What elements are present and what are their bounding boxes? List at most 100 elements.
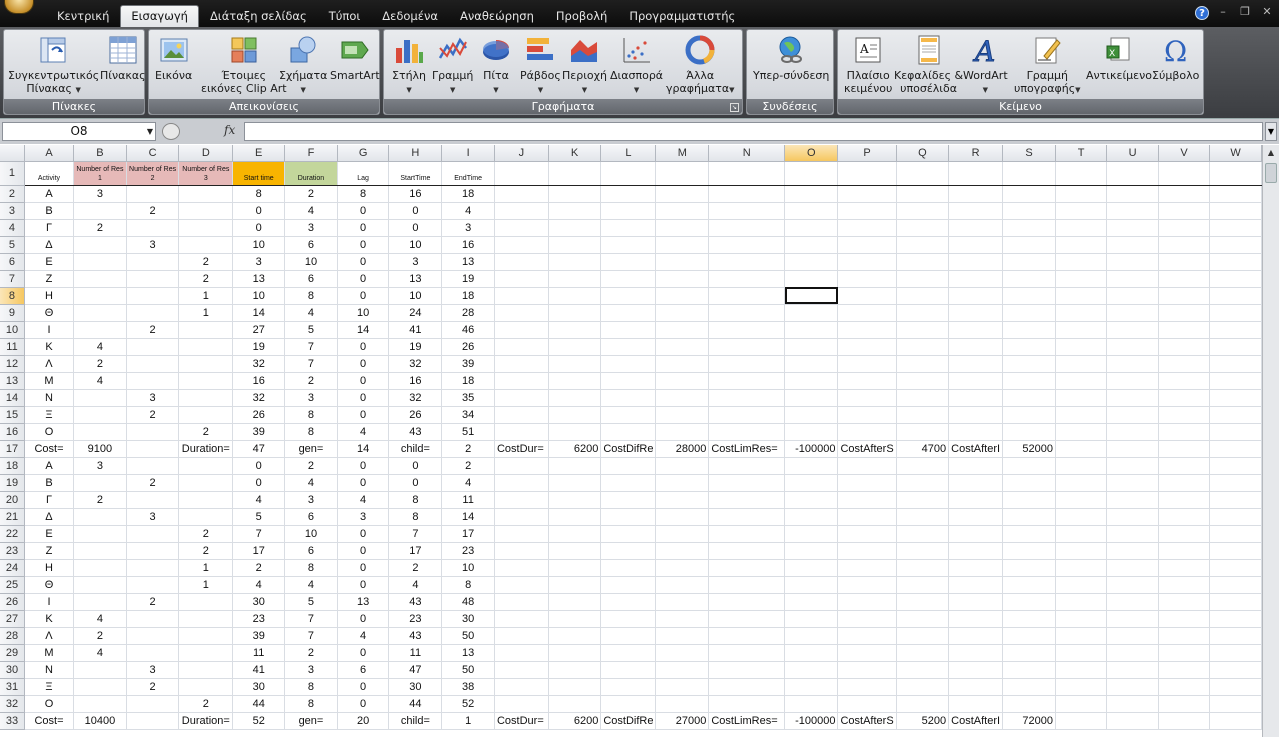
row-header-27[interactable]: 27	[0, 610, 25, 628]
scroll-up-icon[interactable]: ▲	[1263, 145, 1279, 161]
cell-S28[interactable]	[1002, 627, 1056, 645]
cell-V28[interactable]	[1158, 627, 1211, 645]
cell-I15[interactable]: 34	[441, 406, 495, 424]
cell-C20[interactable]	[126, 491, 180, 509]
cell-E11[interactable]: 19	[232, 338, 286, 356]
cell-M33[interactable]: 27000	[655, 712, 710, 730]
cell-H11[interactable]: 19	[388, 338, 443, 356]
cell-N2[interactable]	[708, 185, 786, 203]
cell-P28[interactable]	[837, 627, 897, 645]
cell-A26[interactable]: I	[24, 593, 74, 611]
cell-B16[interactable]	[73, 423, 127, 441]
cell-G19[interactable]: 0	[337, 474, 390, 492]
cell-U12[interactable]	[1106, 355, 1159, 373]
cell-I22[interactable]: 17	[441, 525, 495, 543]
cell-V5[interactable]	[1158, 236, 1211, 254]
cell-W30[interactable]	[1209, 661, 1262, 679]
cell-K15[interactable]	[548, 406, 602, 424]
cell-R2[interactable]	[948, 185, 1004, 203]
clip-art-button[interactable]: Έτοιμες εικόνες Clip Art	[201, 32, 287, 95]
formula-input[interactable]	[244, 122, 1263, 141]
cell-T14[interactable]	[1055, 389, 1108, 407]
cell-M29[interactable]	[655, 644, 710, 662]
cell-W8[interactable]	[1209, 287, 1262, 305]
cell-W15[interactable]	[1209, 406, 1262, 424]
cell-V6[interactable]	[1158, 253, 1211, 271]
cell-N6[interactable]	[708, 253, 786, 271]
cell-J17[interactable]: CostDur=	[494, 440, 549, 458]
cell-M3[interactable]	[655, 202, 710, 220]
column-header-J[interactable]: J	[494, 145, 549, 162]
cell-H12[interactable]: 32	[388, 355, 443, 373]
cell-Q13[interactable]	[896, 372, 950, 390]
cell-R27[interactable]	[948, 610, 1004, 628]
cell-S21[interactable]	[1002, 508, 1056, 526]
cell-E4[interactable]: 0	[232, 219, 286, 237]
row-header-9[interactable]: 9	[0, 304, 25, 322]
object-button[interactable]: X Αντικείμενο	[1086, 32, 1152, 82]
cell-M10[interactable]	[655, 321, 710, 339]
cell-T11[interactable]	[1055, 338, 1108, 356]
cell-W14[interactable]	[1209, 389, 1262, 407]
cell-B19[interactable]	[73, 474, 127, 492]
cell-N20[interactable]	[708, 491, 786, 509]
cell-Q28[interactable]	[896, 627, 950, 645]
other-charts-button[interactable]: Άλλα γραφήματα▼	[666, 32, 735, 97]
cell-U19[interactable]	[1106, 474, 1159, 492]
cell-H2[interactable]: 16	[388, 185, 443, 203]
cell-H5[interactable]: 10	[388, 236, 443, 254]
cell-F14[interactable]: 3	[284, 389, 338, 407]
cell-B24[interactable]	[73, 559, 127, 577]
cell-A14[interactable]: N	[24, 389, 74, 407]
cell-E12[interactable]: 32	[232, 355, 286, 373]
cell-B32[interactable]	[73, 695, 127, 713]
cell-J31[interactable]	[494, 678, 549, 696]
cell[interactable]	[494, 161, 549, 186]
cell-I9[interactable]: 28	[441, 304, 495, 322]
cell-R9[interactable]	[948, 304, 1004, 322]
cell-P23[interactable]	[837, 542, 897, 560]
cell-M26[interactable]	[655, 593, 710, 611]
cell-C22[interactable]	[126, 525, 180, 543]
cell-N12[interactable]	[708, 355, 786, 373]
restore-icon[interactable]: ❐	[1237, 6, 1253, 20]
cell-O26[interactable]	[784, 593, 839, 611]
cell-W3[interactable]	[1209, 202, 1262, 220]
cell-G10[interactable]: 14	[337, 321, 390, 339]
cell-E14[interactable]: 32	[232, 389, 286, 407]
cell-L16[interactable]	[600, 423, 657, 441]
cell-L6[interactable]	[600, 253, 657, 271]
cell-K9[interactable]	[548, 304, 602, 322]
cell-O25[interactable]	[784, 576, 839, 594]
cell-B2[interactable]: 3	[73, 185, 127, 203]
cell-W11[interactable]	[1209, 338, 1262, 356]
cell-P17[interactable]: CostAfterS	[837, 440, 897, 458]
cell-A19[interactable]: B	[24, 474, 74, 492]
cell-N29[interactable]	[708, 644, 786, 662]
cell-S20[interactable]	[1002, 491, 1056, 509]
cell-V17[interactable]	[1158, 440, 1211, 458]
row-header-32[interactable]: 32	[0, 695, 25, 713]
cell-R26[interactable]	[948, 593, 1004, 611]
cell-J19[interactable]	[494, 474, 549, 492]
cell-R23[interactable]	[948, 542, 1004, 560]
cell-U20[interactable]	[1106, 491, 1159, 509]
cell-L30[interactable]	[600, 661, 657, 679]
scatter-chart-button[interactable]: Διασπορά ▼	[610, 32, 663, 97]
cell-G12[interactable]: 0	[337, 355, 390, 373]
cell-N32[interactable]	[708, 695, 786, 713]
cell-W19[interactable]	[1209, 474, 1262, 492]
cell-L32[interactable]	[600, 695, 657, 713]
cell-C30[interactable]: 3	[126, 661, 180, 679]
header-cell-C[interactable]: Number of Res 2	[126, 161, 180, 186]
cell-T22[interactable]	[1055, 525, 1108, 543]
cell-U25[interactable]	[1106, 576, 1159, 594]
cell-O30[interactable]	[784, 661, 839, 679]
cell-R8[interactable]	[948, 287, 1004, 305]
cell-E32[interactable]: 44	[232, 695, 286, 713]
cell-N27[interactable]	[708, 610, 786, 628]
cell-D10[interactable]	[178, 321, 234, 339]
cell-E8[interactable]: 10	[232, 287, 286, 305]
cell-K16[interactable]	[548, 423, 602, 441]
cell-W10[interactable]	[1209, 321, 1262, 339]
